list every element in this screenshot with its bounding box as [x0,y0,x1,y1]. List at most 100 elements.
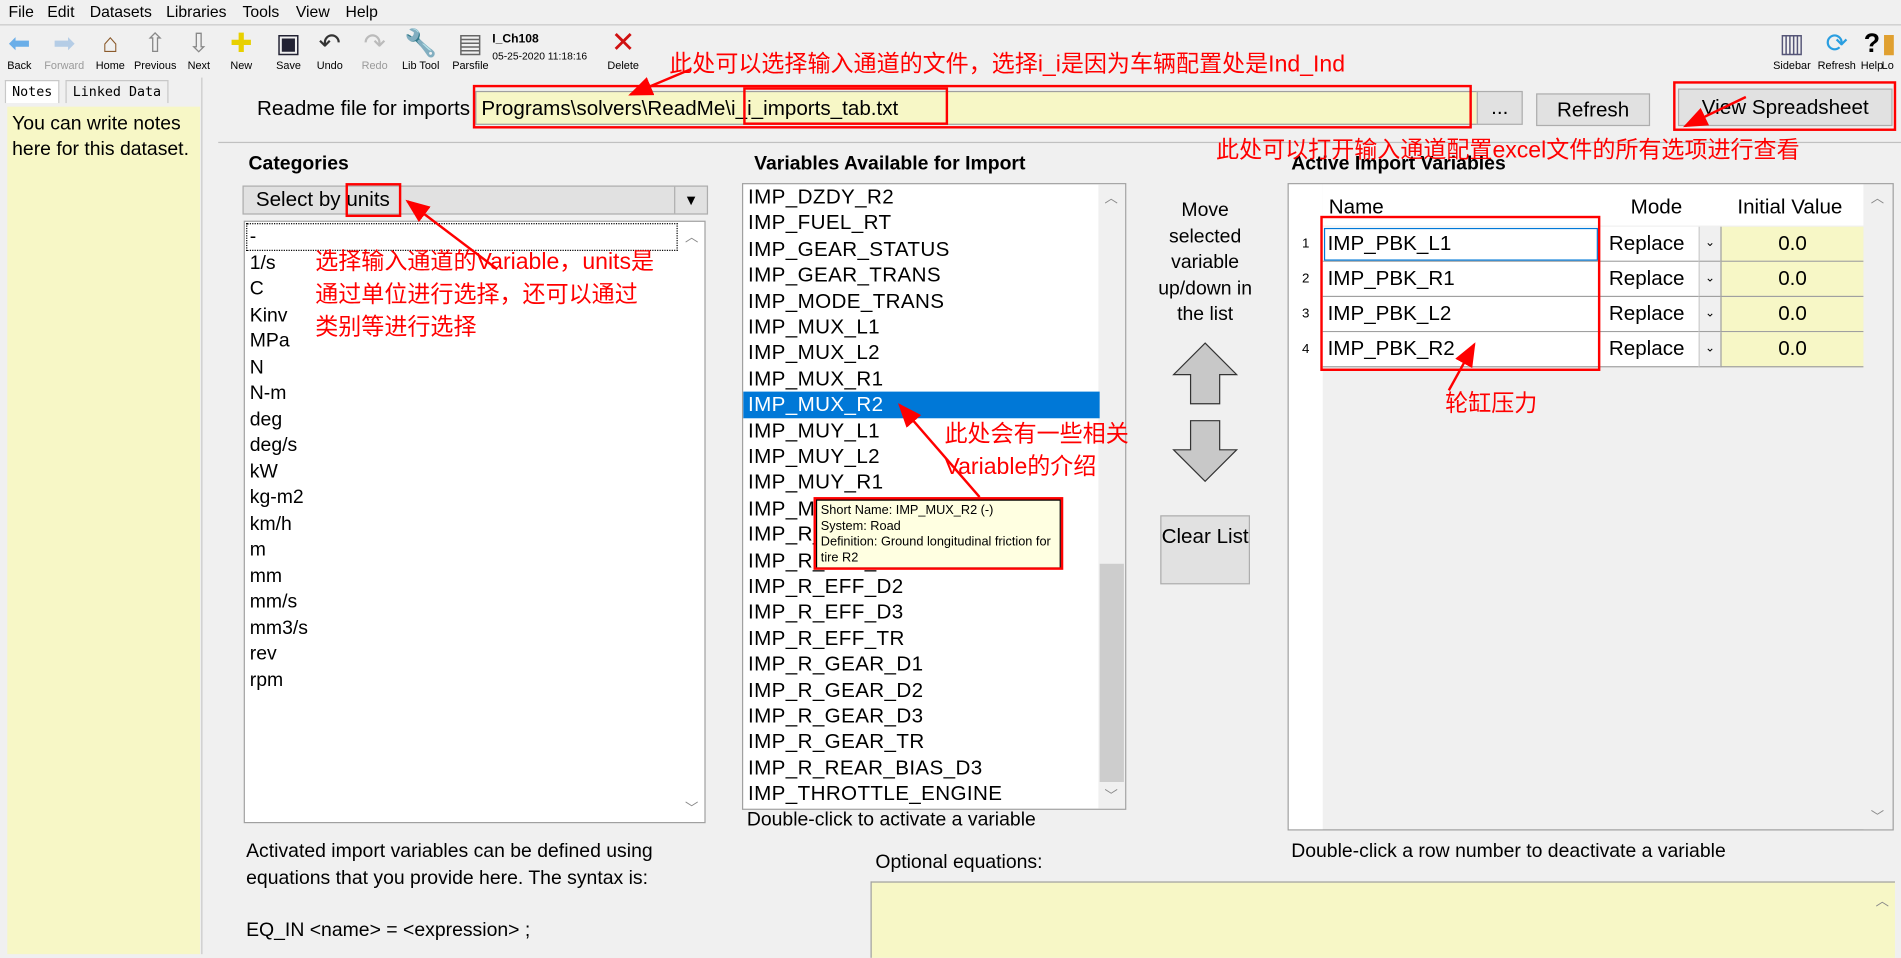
scroll-down-icon[interactable]: ﹀ [685,798,698,817]
annotation-box-spreadsheet [1673,81,1897,131]
forward-arrow-icon: ➡ [53,27,76,59]
variable-item[interactable]: IMP_FUEL_RT [743,210,1099,236]
sidebar-button[interactable]: ▥ Sidebar [1768,28,1816,72]
variable-item[interactable]: IMP_R_EFF_D2 [743,573,1099,599]
scroll-up-icon[interactable]: ︿ [1876,891,1889,910]
tab-linked-data[interactable]: Linked Data [65,80,169,104]
category-item[interactable]: km/h [250,511,292,537]
variables-scrollbar[interactable]: ︿ ﹀ [1098,184,1126,809]
scroll-down-icon[interactable]: ﹀ [1871,806,1884,825]
category-item[interactable]: Kinv [250,302,288,328]
redo-button[interactable]: ↷ Redo [350,28,398,72]
category-item[interactable]: rev [250,641,277,667]
category-item[interactable]: kW [250,459,278,485]
variable-item[interactable]: IMP_DZDY_R2 [743,184,1099,210]
category-item[interactable]: kg-m2 [250,485,304,511]
menu-help[interactable]: Help [346,2,378,20]
refresh-button[interactable]: Refresh [1536,93,1651,127]
mode-cell[interactable]: Replace [1599,226,1699,262]
scroll-up-icon[interactable]: ︿ [1871,188,1884,207]
equations-help-1: Activated import variables can be define… [246,841,653,863]
row-number[interactable]: 4 [1289,332,1323,367]
next-button[interactable]: ⇩ Next [175,28,223,72]
notes-textarea[interactable]: You can write notes here for this datase… [7,106,201,955]
scrollbar-thumb[interactable] [1099,563,1124,782]
active-scrollbar[interactable]: ︿ ﹀ [1863,184,1893,830]
mode-dropdown-icon[interactable]: ⌄ [1698,332,1721,368]
scroll-up-icon[interactable]: ︿ [1104,188,1117,207]
delete-button[interactable]: ✕ Delete [599,27,647,71]
mode-cell[interactable]: Replace [1599,261,1699,298]
column-initial-value[interactable]: Initial Value [1737,195,1842,219]
column-mode[interactable]: Mode [1631,195,1683,219]
variable-item[interactable]: IMP_R_EFF_D3 [743,599,1099,625]
variable-item[interactable]: IMP_MUX_L1 [743,314,1099,340]
category-item[interactable]: rpm [250,667,283,693]
category-item[interactable]: deg [250,407,282,433]
mode-dropdown-icon[interactable]: ⌄ [1698,297,1721,333]
variable-item[interactable]: IMP_GEAR_STATUS [743,236,1099,262]
category-item[interactable]: C [250,276,264,302]
category-item[interactable]: mm [250,563,282,589]
home-button[interactable]: ⌂ Home [86,28,134,72]
undo-button[interactable]: ↶ Undo [306,28,354,72]
forward-button[interactable]: ➡ Forward [40,28,88,72]
category-item[interactable]: mm3/s [250,615,308,641]
variable-item[interactable]: IMP_THROTTLE_ENGINE [743,781,1099,807]
menu-datasets[interactable]: Datasets [90,2,152,20]
scroll-up-icon[interactable]: ︿ [685,227,698,246]
category-item[interactable]: m [250,537,266,563]
variable-item[interactable]: IMP_R_REAR_BIAS_D3 [743,755,1099,781]
category-item[interactable]: mm/s [250,589,297,615]
browse-button[interactable]: ... [1476,90,1523,125]
move-down-arrow-icon[interactable] [1172,420,1239,483]
variable-item[interactable]: IMP_MUX_R1 [743,366,1099,392]
category-item[interactable]: N [250,355,264,381]
menu-edit[interactable]: Edit [47,2,74,20]
variable-item[interactable]: IMP_R_GEAR_D1 [743,651,1099,677]
new-button[interactable]: ✚ New [217,28,265,72]
variable-item[interactable]: IMP_R_GEAR_D2 [743,677,1099,703]
initial-value-cell[interactable]: 0.0 [1720,261,1864,298]
menu-tools[interactable]: Tools [242,2,279,20]
back-button[interactable]: ⬅ Back [0,28,44,72]
menu-view[interactable]: View [296,2,330,20]
mode-dropdown-icon[interactable]: ⌄ [1698,226,1721,262]
move-up-arrow-icon[interactable] [1172,342,1239,405]
category-item[interactable]: MPa [250,329,290,355]
category-item[interactable]: deg/s [250,433,297,459]
mode-cell[interactable]: Replace [1599,332,1699,368]
scroll-down-icon[interactable]: ﹀ [1104,786,1117,805]
equations-textarea[interactable] [870,881,1895,958]
category-select[interactable]: Select by units ▼ [242,185,709,215]
variable-item[interactable]: IMP_MUX_L2 [743,340,1099,366]
lock-button[interactable]: ▮ Lo [1882,28,1901,72]
parsfile-button[interactable]: ▤ Parsfile [446,28,494,72]
initial-value-cell[interactable]: 0.0 [1720,297,1864,333]
variable-item[interactable]: IMP_R_EFF_TR [743,625,1099,651]
clear-list-button[interactable]: Clear List [1160,515,1250,585]
variable-item[interactable]: IMP_R_GEAR_TR [743,729,1099,755]
variable-item[interactable]: IMP_MODE_TRANS [743,288,1099,314]
previous-button[interactable]: ⇧ Previous [131,28,179,72]
variable-item[interactable]: IMP_GEAR_TRANS [743,262,1099,288]
annotation-units-note: 选择输入通道的Variable，units是 通过单位进行选择，还可以通过 类别… [315,246,654,344]
mode-cell[interactable]: Replace [1599,297,1699,333]
initial-value-cell[interactable]: 0.0 [1720,332,1864,368]
menu-libraries[interactable]: Libraries [166,2,226,20]
category-item[interactable]: N-m [250,381,287,407]
mode-dropdown-icon[interactable]: ⌄ [1698,261,1721,298]
lib-tool-button[interactable]: 🔧 Lib Tool [396,28,444,72]
initial-value-cell[interactable]: 0.0 [1720,226,1864,262]
document-icon: ▤ [457,27,484,59]
chevron-down-icon[interactable]: ▼ [674,186,707,214]
tab-notes[interactable]: Notes [4,80,60,104]
category-item[interactable]: 1/s [250,250,276,276]
variable-item[interactable]: IMP_MUX_R2 [743,391,1100,418]
new-icon: ✚ [230,27,253,59]
menu-file[interactable]: File [8,2,33,20]
variable-item[interactable]: IMP_R_GEAR_D3 [743,703,1099,729]
row-number[interactable]: 3 [1289,297,1323,332]
row-number[interactable]: 1 [1289,227,1323,262]
row-number[interactable]: 2 [1289,262,1323,297]
